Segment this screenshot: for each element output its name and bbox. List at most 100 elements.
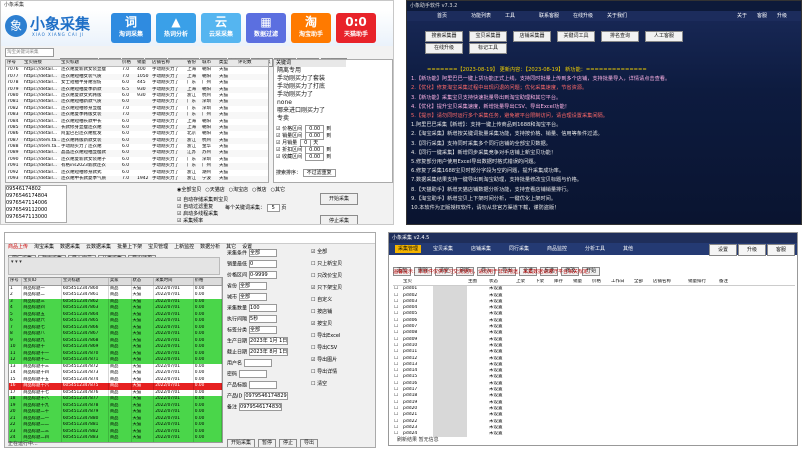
column-header[interactable]: 下架 — [534, 279, 553, 285]
setting-input[interactable]: 100 — [249, 304, 278, 312]
column-header[interactable]: 库存 — [553, 279, 572, 285]
sort-select[interactable]: 不过滤重复 — [302, 169, 336, 177]
column-header[interactable]: 宝贝ID — [22, 278, 62, 285]
setting-input[interactable]: 全部 — [249, 326, 278, 334]
table-row[interactable]: ☐ pdd24 未设置 — [393, 431, 795, 438]
setting-input[interactable]: 0979546174830 — [239, 403, 283, 411]
header-button[interactable]: 设置 — [709, 244, 737, 256]
filter-option[interactable]: ☐ 导出详情 — [311, 369, 373, 381]
column-header[interactable]: 店铺名称 — [652, 279, 687, 285]
column-header[interactable]: 店铺名称 — [151, 60, 186, 66]
column-header[interactable]: 省份 — [186, 60, 201, 66]
option-checkbox[interactable]: ☑ 自动存储采集到宝贝 — [177, 197, 317, 204]
feature-button[interactable]: 店铺采集器 — [513, 31, 551, 42]
feature-button[interactable]: 标记工具 — [469, 43, 507, 54]
store-type-radio[interactable]: ○天猫店 — [205, 187, 224, 193]
column-header[interactable]: 销量 — [572, 279, 591, 285]
table-row[interactable]: 24 商品标题二四 6054512347883 商品 天猫 2022/07/01 0.00 — [9, 435, 222, 442]
filter-option[interactable]: ☐ 只上新宝贝 — [311, 261, 373, 273]
column-header[interactable]: 价格 — [194, 278, 222, 285]
header-button[interactable]: 客服 — [767, 244, 795, 256]
filter-option[interactable]: ☑ 全部 — [311, 249, 373, 261]
filter-option[interactable]: ☐ 按店铺 — [311, 309, 373, 321]
bottom-button[interactable]: 开始采集 — [227, 439, 256, 447]
filter-option[interactable]: ☐ 导出Excel — [311, 333, 373, 345]
column-header[interactable]: 主图 — [467, 279, 488, 285]
tab-3[interactable]: 同行采集 — [509, 245, 529, 253]
keyword-item[interactable]: 哪来进口刚买力了 — [274, 107, 346, 115]
tool-tile[interactable]: 云云采采集 — [201, 13, 241, 43]
keyword-item[interactable]: 手动刚买力了打底 — [274, 83, 346, 91]
feature-button[interactable]: 搜索采集器 — [425, 31, 463, 42]
right-menu-tab[interactable]: 升级 — [777, 12, 787, 20]
column-header[interactable]: 备注 — [718, 279, 749, 285]
setting-input[interactable]: 0 — [249, 260, 278, 268]
column-header[interactable]: 价格 — [121, 60, 136, 66]
keyword-item[interactable]: 手动刚买力了 — [274, 91, 346, 99]
filter-option[interactable]: ☑ 只下架宝贝 — [311, 285, 373, 297]
column-header[interactable]: 宝贝标题 — [62, 278, 109, 285]
bottom-button[interactable]: 暂停 — [258, 439, 277, 447]
column-header[interactable]: 状态 — [488, 279, 515, 285]
column-header[interactable] — [393, 279, 402, 285]
menu-tab[interactable]: 关于我们 — [607, 12, 627, 20]
option-checkbox[interactable]: ☑ 采集频率 — [177, 218, 317, 224]
tab-5[interactable]: 分析工具 — [585, 245, 605, 253]
filter-min-input[interactable]: 0.00 — [305, 153, 325, 161]
column-header[interactable]: 价格 — [591, 279, 610, 285]
store-type-radio[interactable]: ○其它 — [271, 187, 285, 193]
keyword-item[interactable]: 隔离专用 — [274, 67, 346, 75]
menu-tab[interactable]: 在线升级 — [573, 12, 593, 20]
search-input[interactable]: 淘宝关键词采集 — [5, 48, 54, 57]
setting-input[interactable] — [249, 381, 278, 389]
column-header[interactable]: 类型 — [218, 60, 237, 66]
tool-tile[interactable]: ▦ 数据过滤 — [246, 13, 286, 43]
store-type-radio[interactable]: ○微店 — [252, 187, 266, 193]
setting-input[interactable]: 2023年 8月 1日 — [249, 348, 289, 356]
menu-tab[interactable]: 首页 — [437, 12, 447, 20]
column-header[interactable]: 卖家 — [109, 278, 132, 285]
bottom-button[interactable]: 停止 — [279, 439, 298, 447]
menu-tab[interactable]: 功能列表 — [471, 12, 491, 20]
column-header[interactable]: 上架 — [515, 279, 534, 285]
tab-1[interactable]: 宝贝采集 — [433, 245, 453, 253]
feature-button[interactable]: 排名查询 — [601, 31, 639, 42]
filter-option[interactable]: ☐ 只改价宝贝 — [311, 273, 373, 285]
option-checkbox[interactable]: ☑ 启动多线程采集 — [177, 211, 317, 218]
setting-input[interactable] — [244, 359, 273, 367]
feature-button[interactable]: 在线升级 — [425, 43, 463, 54]
setting-input[interactable]: 全部 — [239, 293, 268, 301]
tool-tile[interactable]: 词淘词采集 — [111, 13, 151, 43]
column-header[interactable] — [450, 279, 467, 285]
right-menu-tab[interactable]: 客服 — [757, 12, 767, 20]
tool-tile[interactable]: 0:0 天猫助手 — [336, 13, 376, 43]
tab-6[interactable]: 其他 — [623, 245, 633, 253]
keyword-item[interactable]: 专卖 — [274, 115, 346, 123]
menu-tab[interactable]: 联系客服 — [539, 12, 559, 20]
keyword-item[interactable]: none — [274, 99, 346, 107]
column-header[interactable]: 评论数 — [237, 60, 254, 66]
column-header[interactable] — [433, 279, 450, 285]
feature-button[interactable]: 人工客服 — [645, 31, 683, 42]
action-button[interactable]: 停止采集 — [320, 215, 358, 224]
tab-2[interactable]: 店铺采集 — [471, 245, 491, 253]
setting-input[interactable]: 全部 — [249, 249, 278, 257]
header-button[interactable]: 升级 — [738, 244, 766, 256]
feature-button[interactable]: 关键词工具 — [557, 31, 595, 42]
column-header[interactable]: 状态 — [132, 278, 155, 285]
setting-input[interactable]: 2023年 1月 1日 — [249, 337, 289, 345]
column-header[interactable]: 采集时间 — [154, 278, 194, 285]
filter-option[interactable]: ☑ 按宝贝 — [311, 321, 373, 333]
column-header[interactable]: 销量 — [136, 60, 151, 66]
column-header[interactable]: 销量排行 — [687, 279, 718, 285]
filter-option[interactable]: ☑ 导出图片 — [311, 357, 373, 369]
setting-input[interactable]: 0979546174829 — [244, 392, 288, 400]
column-header[interactable]: 城市 — [201, 60, 218, 66]
store-type-radio[interactable]: ○淘宝店 — [229, 187, 248, 193]
setting-input[interactable]: 0-9999 — [249, 271, 278, 279]
column-header[interactable]: 工作日 — [610, 279, 633, 285]
bottom-button[interactable]: 导出 — [300, 439, 319, 447]
column-header[interactable]: 宝贝链接 — [23, 60, 60, 66]
tab-4[interactable]: 商品监控 — [547, 245, 567, 253]
setting-input[interactable]: 5秒 — [249, 315, 278, 323]
